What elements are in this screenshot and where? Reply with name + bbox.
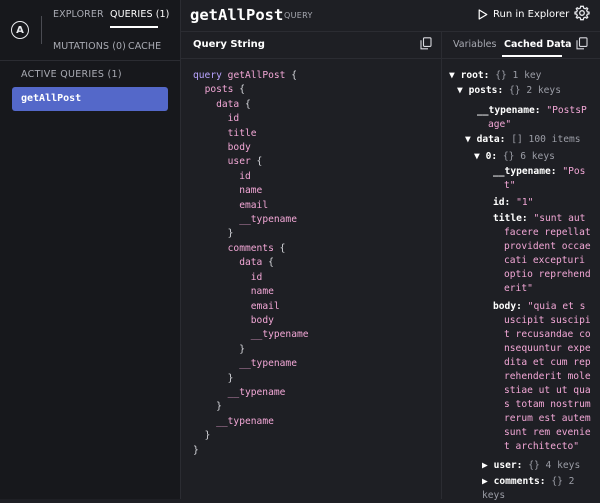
gear-icon[interactable] <box>574 5 590 21</box>
tab-variables[interactable]: Variables <box>453 39 496 50</box>
code-line: id <box>250 271 263 283</box>
tree-value-continuation: stiae ut ut qua <box>504 385 591 396</box>
code-line: data { <box>239 257 274 269</box>
code-line: body <box>250 314 274 326</box>
tab-queries[interactable]: QUERIES (1) <box>110 9 169 20</box>
tree-value-continuation: rerum est autem <box>504 413 591 424</box>
code-line: __typename <box>239 214 297 226</box>
code-line: data { <box>216 98 251 110</box>
tree-value-continuation: s totam nostrum <box>504 399 591 410</box>
code-line: name <box>250 286 274 298</box>
code-line: name <box>239 185 263 197</box>
tree-value-continuation: facere repellat <box>504 227 591 238</box>
tree-value-continuation: uscipit suscipi <box>504 315 591 326</box>
code-line: } <box>227 228 234 240</box>
code-line: comments { <box>227 242 286 254</box>
tree-value-continuation: provident occae <box>504 241 591 252</box>
query-list-item-label: getAllPost <box>21 93 82 104</box>
tree-value-continuation: t architecto" <box>504 441 580 452</box>
tree-row-user[interactable]: ▶ user: {} 4 keys <box>482 459 580 473</box>
run-in-explorer-button[interactable]: Run in Explorer <box>478 4 569 24</box>
code-line: } <box>204 430 211 442</box>
tree-row-comments[interactable]: ▶ comments: {} 2 <box>482 475 574 489</box>
pane-divider[interactable] <box>441 31 442 499</box>
code-line: email <box>239 199 269 211</box>
tree-row-root[interactable]: ▼ root: {} 1 key <box>449 69 541 83</box>
code-line: id <box>227 113 240 125</box>
tree-value-continuation: cati excepturi <box>504 255 585 266</box>
code-line: __typename <box>239 358 297 370</box>
tree-value-continuation: t" <box>504 180 516 191</box>
code-line: query getAllPost { <box>193 70 297 81</box>
tree-row-posts-typename: __typename: "PostsP <box>477 105 587 116</box>
code-line: posts { <box>204 84 246 96</box>
tree-value-continuation: optio reprehend <box>504 269 591 280</box>
tree-value-continuation: dita et cum rep <box>504 357 591 368</box>
expanded-arrow-icon: ▼ <box>449 70 455 81</box>
active-queries-label: ACTIVE QUERIES (1) <box>21 69 122 80</box>
code-line: __typename <box>227 386 286 398</box>
tree-value-continuation: erit" <box>504 283 533 294</box>
play-icon <box>478 8 488 20</box>
tab-cached-data[interactable]: Cached Data <box>504 39 572 50</box>
tree-value-continuation: nsequuntur expe <box>504 343 591 354</box>
query-code-block: query getAllPost { posts { data { id tit… <box>193 69 309 458</box>
tab-queries-underline <box>110 26 158 28</box>
header-divider <box>180 31 600 32</box>
code-line: __typename <box>250 329 309 341</box>
collapsed-arrow-icon: ▶ <box>482 476 488 487</box>
code-line: __typename <box>216 415 274 427</box>
query-pane-divider <box>180 58 441 59</box>
tree-row-posts[interactable]: ▼ posts: {} 2 keys <box>457 84 561 98</box>
tree-row-item-typename: __typename: "Pos <box>493 166 586 177</box>
expanded-arrow-icon: ▼ <box>457 85 463 96</box>
tab-mutations[interactable]: MUTATIONS (0) <box>53 41 126 52</box>
tree-value-continuation: sunt rem evenie <box>504 427 591 438</box>
tab-cache[interactable]: CACHE <box>128 41 161 52</box>
expanded-arrow-icon: ▼ <box>474 151 480 162</box>
logo-divider <box>41 16 42 44</box>
collapsed-arrow-icon: ▶ <box>482 460 488 471</box>
page-title: getAllPost <box>190 6 284 24</box>
sidebar: A EXPLORER QUERIES (1) MUTATIONS (0) CAC… <box>0 0 181 499</box>
tree-value-continuation: keys <box>482 490 506 501</box>
tree-row-title: title: "sunt aut <box>493 213 586 224</box>
expanded-arrow-icon: ▼ <box>465 134 471 145</box>
code-line: body <box>227 142 251 154</box>
tree-row-body: body: "quia et s <box>493 301 586 312</box>
cache-pane-divider <box>442 58 600 59</box>
query-string-title: Query String <box>193 39 265 50</box>
code-line: } <box>239 343 245 355</box>
tree-value-continuation: rehenderit mole <box>504 371 591 382</box>
copy-query-icon[interactable] <box>420 37 432 50</box>
tree-row-item-0[interactable]: ▼ 0: {} 6 keys <box>474 150 555 164</box>
tree-row-id: id: "1" <box>493 197 534 208</box>
code-line: id <box>239 170 251 182</box>
tab-explorer[interactable]: EXPLORER <box>53 9 104 20</box>
code-line: } <box>227 372 234 384</box>
apollo-logo-icon: A <box>11 21 29 39</box>
query-type-tag: QUERY <box>284 11 313 20</box>
tree-value-continuation: t recusandae co <box>504 329 591 340</box>
code-line: } <box>193 444 199 456</box>
tree-value-continuation: age" <box>488 119 512 130</box>
code-line: } <box>216 401 222 413</box>
copy-cache-icon[interactable] <box>576 37 588 50</box>
query-list-item[interactable]: getAllPost <box>12 87 168 111</box>
tree-row-data[interactable]: ▼ data: [] 100 items <box>465 133 581 147</box>
run-in-explorer-label: Run in Explorer <box>493 8 570 20</box>
code-line: title <box>227 127 257 139</box>
code-line: user { <box>227 156 263 168</box>
tab-cached-data-underline <box>502 55 562 57</box>
code-line: email <box>250 300 280 312</box>
